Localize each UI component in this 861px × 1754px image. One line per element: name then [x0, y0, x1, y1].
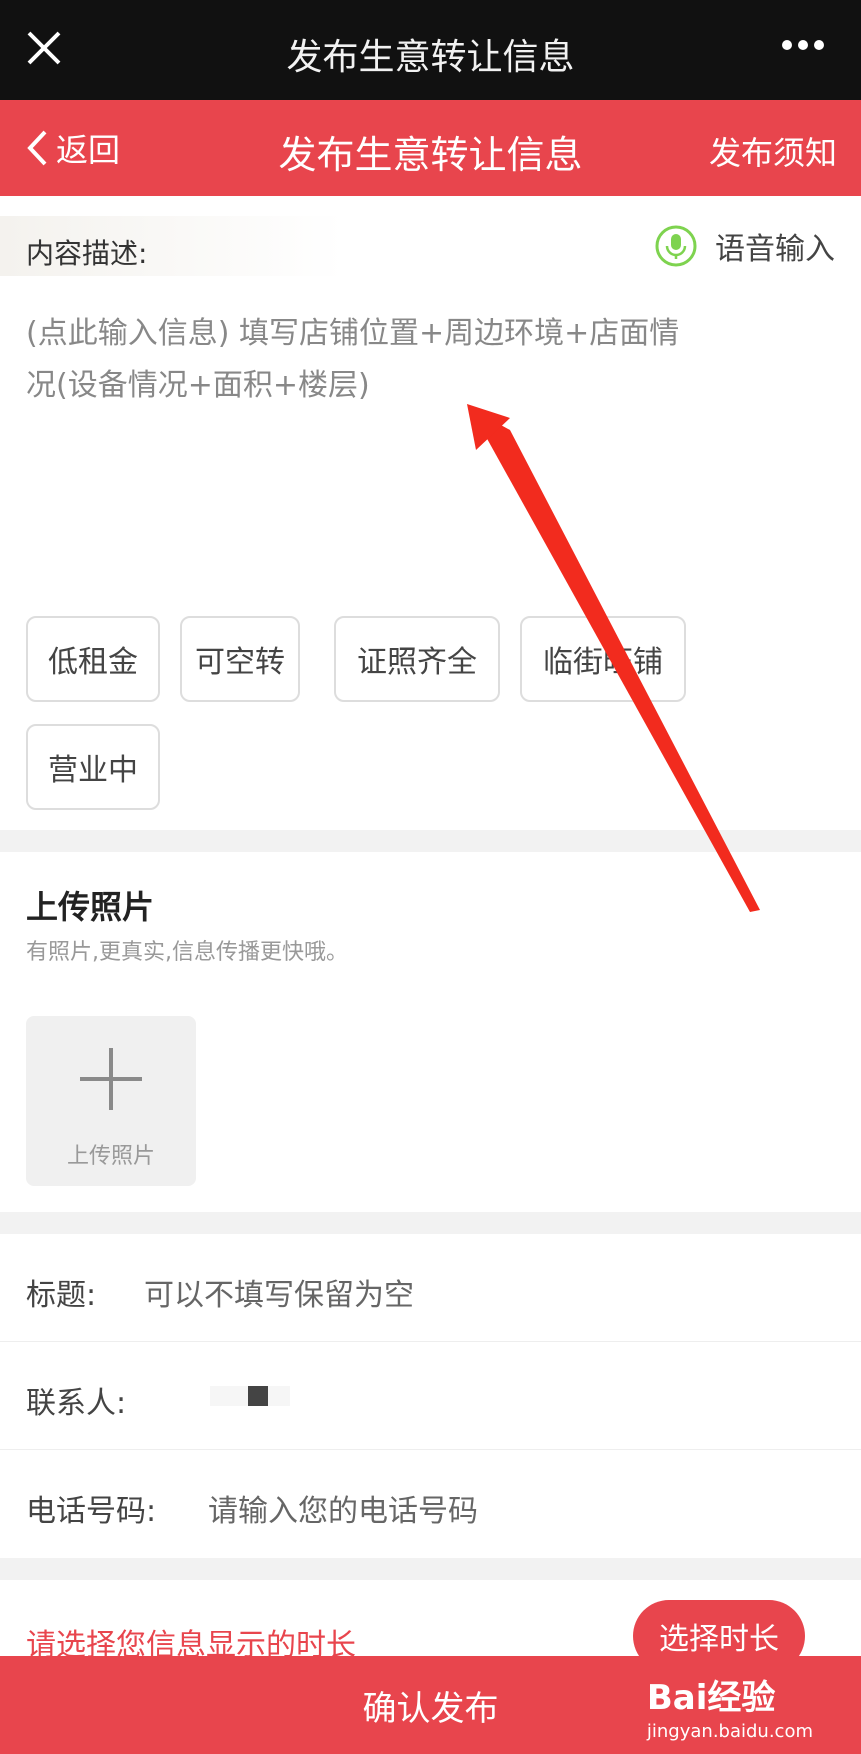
title-row[interactable]: 标题: 可以不填写保留为空: [0, 1234, 861, 1342]
upload-subtitle: 有照片,更真实,信息传播更快哦。: [26, 940, 348, 965]
tag-street-front[interactable]: 临街旺铺: [520, 616, 686, 702]
upload-photo-button[interactable]: 上传照片: [26, 1016, 196, 1186]
plus-icon: [80, 1048, 142, 1110]
title-label: 标题:: [26, 1278, 97, 1313]
description-placeholder-line2: 况(设备情况+面积+楼层): [26, 368, 370, 403]
contact-label: 联系人:: [26, 1386, 127, 1421]
watermark: Bai经验 jingyan.baidu.com: [646, 1670, 813, 1742]
watermark-logo: Bai经验: [646, 1678, 776, 1718]
contact-input-redacted[interactable]: [210, 1386, 290, 1406]
section-divider: [0, 830, 861, 852]
description-input[interactable]: (点此输入信息) 填写店铺位置+周边环境+店面情 况(设备情况+面积+楼层): [26, 308, 826, 412]
description-label: 内容描述:: [26, 237, 148, 270]
duration-section: 请选择您信息显示的时长 选择时长: [0, 1580, 861, 1672]
upload-section: 上传照片 有照片,更真实,信息传播更快哦。 上传照片: [0, 852, 861, 1212]
window-titlebar: 发布生意转让信息: [0, 0, 861, 100]
more-options-icon[interactable]: [781, 38, 825, 52]
phone-input[interactable]: 请输入您的电话号码: [208, 1486, 478, 1530]
voice-input-label: 语音输入: [715, 232, 835, 267]
phone-label: 电话号码:: [26, 1494, 157, 1529]
contact-row[interactable]: 联系人:: [0, 1342, 861, 1450]
tag-licenses-complete[interactable]: 证照齐全: [334, 616, 500, 702]
tag-operating[interactable]: 营业中: [26, 724, 160, 810]
publish-notice-link[interactable]: 发布须知: [709, 128, 837, 174]
upload-photo-label: 上传照片: [66, 1144, 155, 1169]
tag-low-rent[interactable]: 低租金: [26, 616, 160, 702]
nav-bar: 返回 发布生意转让信息 发布须知: [0, 100, 861, 196]
section-divider: [0, 1558, 861, 1580]
title-input[interactable]: 可以不填写保留为空: [144, 1270, 414, 1314]
description-placeholder-line1: (点此输入信息) 填写店铺位置+周边环境+店面情: [26, 316, 680, 351]
tag-vacant-transfer[interactable]: 可空转: [180, 616, 300, 702]
window-title: 发布生意转让信息: [286, 37, 575, 78]
microphone-icon: [655, 225, 697, 267]
watermark-url: jingyan.baidu.com: [646, 1721, 813, 1742]
voice-input-button[interactable]: 语音输入: [655, 224, 835, 268]
phone-row[interactable]: 电话号码: 请输入您的电话号码: [0, 1450, 861, 1558]
section-divider: [0, 1212, 861, 1234]
upload-title: 上传照片: [26, 888, 155, 926]
